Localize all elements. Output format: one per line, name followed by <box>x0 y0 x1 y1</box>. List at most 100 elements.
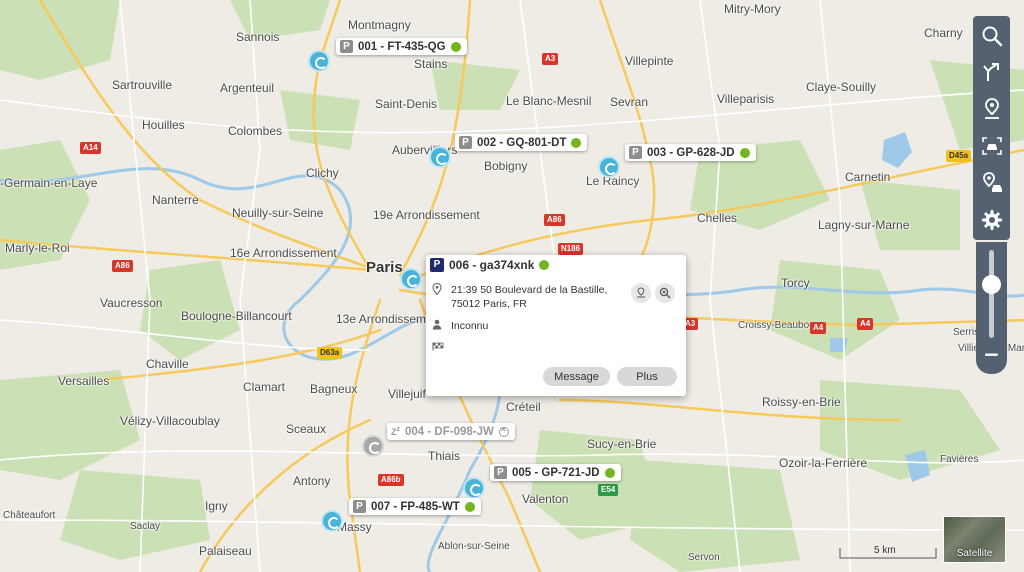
place-label: Thiais <box>428 449 461 463</box>
locate-vehicle-button[interactable] <box>631 283 651 303</box>
place-label: Villeparisis <box>717 92 775 106</box>
location-pin-icon <box>432 283 442 295</box>
vehicle-name: 003 - GP-628-JD <box>647 146 735 159</box>
place-label: Saclay <box>130 521 161 532</box>
vehicle-label-007[interactable]: P 007 - FP-485-WT <box>349 498 481 515</box>
place-label: Igny <box>205 499 228 513</box>
more-button[interactable]: Plus <box>617 367 677 386</box>
vehicle-label-004[interactable]: Zz 004 - DF-098-JW <box>387 423 515 440</box>
vehicle-label-002[interactable]: P 002 - GQ-801-DT <box>455 134 588 151</box>
vehicle-label-001[interactable]: P 001 - FT-435-QG <box>336 38 467 55</box>
status-online-icon <box>450 41 461 52</box>
place-label: 16e Arrondissement <box>230 246 337 260</box>
place-label: Sannois <box>236 30 280 44</box>
place-label: Le Blanc-Mesnil <box>506 94 592 108</box>
status-online-icon <box>571 137 582 148</box>
parking-icon: P <box>353 500 366 513</box>
vehicle-name: 004 - DF-098-JW <box>405 425 494 438</box>
place-label: Vélizy-Villacoublay <box>120 414 220 428</box>
place-label: Saint-Denis <box>375 97 438 111</box>
status-online-icon <box>739 147 750 158</box>
vehicle-name: 001 - FT-435-QG <box>358 40 446 53</box>
place-label: Torcy <box>781 276 810 290</box>
parking-icon: P <box>629 146 642 159</box>
vehicle-marker-001[interactable] <box>308 50 330 72</box>
place-label: Claye-Souilly <box>806 80 877 94</box>
place-label: Marly-le-Roi <box>5 241 70 255</box>
road-shield: A14 <box>80 142 101 154</box>
place-label: Servon <box>688 552 720 563</box>
zoom-track[interactable] <box>989 250 994 338</box>
road-shield: D45a <box>946 150 972 162</box>
vehicle-name: 007 - FP-485-WT <box>371 500 460 513</box>
place-label: -Germain-en-Laye <box>0 176 98 190</box>
pin-hand-icon <box>637 287 645 298</box>
parking-icon: P <box>430 258 444 272</box>
vehicle-scan-icon <box>981 136 1002 155</box>
road-shield: A86b <box>378 474 404 486</box>
road-shield: D63a <box>317 347 343 359</box>
popup-title: 006 - ga374xnk <box>449 258 535 272</box>
map-toolbar <box>973 16 1010 240</box>
place-label: Villepinte <box>625 54 674 68</box>
popup-driver: Inconnu <box>451 320 489 332</box>
vehicle-marker-006[interactable] <box>400 268 422 290</box>
road-shield: E54 <box>598 484 619 496</box>
place-label: Vaucresson <box>100 296 163 310</box>
scale-bar: 5 km <box>838 544 938 560</box>
place-label: Houilles <box>142 118 185 132</box>
zoom-in-icon <box>659 287 671 299</box>
message-button[interactable]: Message <box>543 367 610 386</box>
settings-button[interactable] <box>977 205 1006 234</box>
road-shield: A4 <box>810 322 827 334</box>
settings-icon <box>981 209 1002 230</box>
vehicle-focus-button[interactable] <box>977 131 1006 160</box>
road-shield: A3 <box>542 53 559 65</box>
vehicle-location-button[interactable] <box>977 168 1006 197</box>
place-label: Villejuif <box>388 387 426 401</box>
road-shield: A86 <box>112 260 133 272</box>
vehicle-marker-004[interactable] <box>362 435 384 457</box>
checkered-flag-icon <box>432 342 444 351</box>
status-offline-icon <box>498 424 509 437</box>
route-icon <box>982 62 999 81</box>
place-label: Charny <box>924 26 963 40</box>
satellite-label: Satellite <box>956 548 993 559</box>
place-label: Nanterre <box>152 193 199 207</box>
parking-icon: P <box>459 136 472 149</box>
road-shield: A4 <box>857 318 874 330</box>
zoom-handle[interactable] <box>982 275 1001 294</box>
vehicle-label-005[interactable]: P 005 - GP-721-JD <box>490 464 621 481</box>
road-shield: A86 <box>544 214 565 226</box>
zoom-to-vehicle-button[interactable] <box>655 283 675 303</box>
place-label: Colombes <box>228 124 283 138</box>
place-label: Sceaux <box>286 422 327 436</box>
location-button[interactable] <box>977 94 1006 123</box>
search-icon <box>982 26 1002 46</box>
status-online-icon <box>604 467 615 478</box>
place-label: Boulogne-Billancourt <box>181 309 292 323</box>
place-label: Versailles <box>58 374 110 388</box>
vehicle-label-003[interactable]: P 003 - GP-628-JD <box>625 144 756 161</box>
location-pin-icon <box>984 97 999 119</box>
search-button[interactable] <box>977 21 1006 50</box>
place-label: Ozoir-la-Ferrière <box>779 456 868 470</box>
status-online-icon <box>464 501 475 512</box>
satellite-toggle-button[interactable]: Satellite <box>943 516 1006 563</box>
zoom-out-button[interactable]: − <box>976 342 1007 368</box>
place-label: Créteil <box>506 400 541 414</box>
place-label: Stains <box>414 57 448 71</box>
parking-icon: P <box>340 40 353 53</box>
person-icon <box>432 319 442 330</box>
vehicle-marker-002[interactable] <box>429 146 451 168</box>
place-label: Argenteuil <box>220 81 275 95</box>
vehicle-marker-007[interactable] <box>321 510 343 532</box>
route-button[interactable] <box>977 57 1006 86</box>
popup-address-line1: 21:39 50 Boulevard de la Bastille, <box>451 284 608 296</box>
place-label: Bagneux <box>310 382 358 396</box>
place-label: Neuilly-sur-Seine <box>232 206 324 220</box>
vehicle-marker-005[interactable] <box>463 477 485 499</box>
place-label: Paris <box>366 259 403 276</box>
vehicle-marker-003[interactable] <box>598 156 620 178</box>
popup-address-row: 21:39 50 Boulevard de la Bastille, 75012… <box>432 283 607 311</box>
